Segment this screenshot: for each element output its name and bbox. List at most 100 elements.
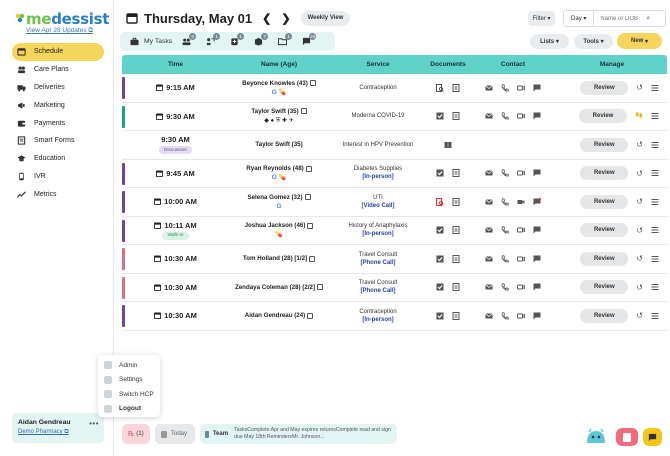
chat-icon[interactable] xyxy=(533,112,541,120)
email-icon[interactable] xyxy=(485,283,493,291)
search-icon[interactable]: ⌕ xyxy=(646,15,650,23)
patient-name[interactable]: Ryan Reynolds (48) xyxy=(246,165,303,172)
email-icon[interactable] xyxy=(485,226,493,234)
menu-lines-icon[interactable] xyxy=(651,198,659,206)
video-call-icon[interactable] xyxy=(517,112,525,120)
chat-button[interactable] xyxy=(643,428,662,446)
document-icon[interactable] xyxy=(452,254,460,263)
video-call-icon[interactable] xyxy=(517,255,525,263)
package-task-icon[interactable]: 7 xyxy=(253,32,269,47)
patient-name[interactable]: Beyonce Knowles (43) xyxy=(242,80,308,87)
undo-icon[interactable]: ↺ xyxy=(636,169,643,178)
sidebar-item-marketing[interactable]: Marketing xyxy=(12,96,104,114)
menu-item-switch-hcp[interactable]: Switch HCP xyxy=(98,387,160,402)
today-button[interactable]: Today xyxy=(155,424,195,444)
message-task-icon[interactable]: 24 xyxy=(301,32,317,47)
table-row[interactable]: 9:30 AM Taylor Swift (35) ◆ ● ⛨ ✚ ✈ Moder… xyxy=(122,103,667,131)
phone-icon[interactable] xyxy=(501,169,509,177)
name-cell[interactable]: Taylor Swift (35) ◆ ● ⛨ ✚ ✈ xyxy=(229,108,329,125)
sidebar-item-ivr[interactable]: IVR xyxy=(12,168,104,186)
name-cell[interactable]: Taylor Swift (35) xyxy=(229,141,329,148)
menu-lines-icon[interactable] xyxy=(651,141,659,149)
phone-icon[interactable] xyxy=(501,255,509,263)
assistant-mascot-icon[interactable] xyxy=(585,427,607,445)
video-call-icon[interactable] xyxy=(517,169,525,177)
review-button[interactable]: Review xyxy=(580,137,629,152)
folder-task-icon[interactable]: 1 xyxy=(277,32,293,47)
review-button[interactable]: Review xyxy=(580,308,629,323)
document-icon[interactable] xyxy=(452,169,460,178)
table-row[interactable]: 9:45 AM Ryan Reynolds (48) G 💊 Diabetes Su… xyxy=(122,160,667,188)
menu-lines-icon[interactable] xyxy=(651,312,659,320)
document-icon[interactable] xyxy=(452,112,460,121)
review-button[interactable]: Review xyxy=(580,166,629,181)
menu-lines-icon[interactable] xyxy=(651,169,659,177)
name-cell[interactable]: Ryan Reynolds (48) G 💊 xyxy=(229,165,329,181)
email-icon[interactable] xyxy=(485,169,493,177)
book-icon[interactable] xyxy=(444,141,452,149)
chat-icon[interactable] xyxy=(533,283,541,291)
sidebar-item-payments[interactable]: Payments xyxy=(12,114,104,132)
col-name[interactable]: Name (Age) xyxy=(229,61,329,68)
document-icon[interactable] xyxy=(452,226,460,235)
group-task-icon[interactable]: 0 xyxy=(181,32,197,47)
video-call-icon[interactable] xyxy=(517,283,525,291)
patient-name[interactable]: Taylor Swift (35) xyxy=(251,108,298,115)
patient-name[interactable]: Joshua Jackson (46) xyxy=(245,222,306,229)
updates-link[interactable]: View Apr 28 Updates ⧉ xyxy=(26,27,93,35)
video-call-icon[interactable] xyxy=(517,84,525,92)
chat-unread-icon[interactable] xyxy=(533,197,541,206)
table-row[interactable]: 10:30 AM Zendaya Coleman (28) [2/2] Trav… xyxy=(122,274,667,302)
checkbox-icon[interactable] xyxy=(436,226,444,234)
email-icon[interactable] xyxy=(485,112,493,120)
checkbox-icon[interactable] xyxy=(436,169,444,177)
undo-icon[interactable]: ↺ xyxy=(636,83,643,92)
menu-lines-icon[interactable] xyxy=(651,283,659,291)
pharmacy-link[interactable]: Demo Pharmacy ⧉ xyxy=(18,429,98,436)
review-button[interactable]: Review xyxy=(580,223,629,238)
patient-name[interactable]: Selena Gomez (32) xyxy=(247,194,302,201)
col-time[interactable]: Time xyxy=(122,61,229,68)
table-row[interactable]: 9:30 AM Discussion Taylor Swift (35) Int… xyxy=(122,131,667,160)
patient-name[interactable]: Taylor Swift (35) xyxy=(255,141,302,148)
video-call-icon[interactable] xyxy=(517,312,525,320)
email-icon[interactable] xyxy=(485,255,493,263)
undo-icon[interactable]: ↺ xyxy=(636,197,643,206)
review-button[interactable]: Review xyxy=(580,194,629,209)
patient-name[interactable]: Tom Holland (28) [1/2] xyxy=(243,255,307,262)
prev-day-button[interactable]: ❮ xyxy=(262,12,271,25)
patient-name[interactable]: Aidan Gendreau (24) xyxy=(245,312,306,319)
menu-lines-icon[interactable] xyxy=(651,226,659,234)
checkbox-icon[interactable] xyxy=(436,255,444,263)
name-cell[interactable]: Zendaya Coleman (28) [2/2] xyxy=(229,284,329,291)
phone-icon[interactable] xyxy=(501,312,509,320)
undo-icon[interactable]: ↺ xyxy=(636,226,643,235)
sidebar-item-metrics[interactable]: Metrics xyxy=(12,185,104,203)
table-row[interactable]: 10:11 AM Walk-In Joshua Jackson (46) 💊 Hi… xyxy=(122,217,667,245)
checkbox-icon[interactable] xyxy=(436,112,444,120)
weekly-view-button[interactable]: Weekly View xyxy=(300,10,351,26)
document-icon[interactable] xyxy=(452,311,460,320)
col-service[interactable]: Service xyxy=(329,61,427,68)
day-select[interactable]: Day ▾ xyxy=(564,11,595,26)
chat-icon[interactable] xyxy=(533,312,541,320)
checkbox-icon[interactable] xyxy=(436,312,444,320)
referral-task-icon[interactable]: 1 xyxy=(205,32,221,47)
rx-queue-button[interactable]: ℞ (1) xyxy=(122,424,150,444)
review-button[interactable]: Review xyxy=(580,251,629,266)
email-icon[interactable] xyxy=(485,198,493,206)
new-button[interactable]: New ▾ xyxy=(617,33,662,49)
undo-icon[interactable]: ↺ xyxy=(636,283,643,292)
phone-icon[interactable] xyxy=(501,112,509,120)
video-call-icon[interactable] xyxy=(517,198,525,206)
chat-icon[interactable] xyxy=(533,226,541,234)
name-cell[interactable]: Selena Gomez (32) G xyxy=(229,194,329,210)
name-cell[interactable]: Tom Holland (28) [1/2] xyxy=(229,255,329,262)
table-row[interactable]: 9:15 AM Beyonce Knowles (43) G 💊 Contracep… xyxy=(122,74,667,103)
sidebar-item-care-plans[interactable]: Care Plans xyxy=(12,61,104,79)
name-cell[interactable]: Beyonce Knowles (43) G 💊 xyxy=(229,80,329,96)
chat-icon[interactable] xyxy=(533,255,541,263)
user-card[interactable]: Aidan Gendreau Demo Pharmacy ⧉ ••• xyxy=(12,413,104,443)
undo-icon[interactable]: ↺ xyxy=(636,140,643,149)
calendar-icon[interactable] xyxy=(126,12,138,24)
